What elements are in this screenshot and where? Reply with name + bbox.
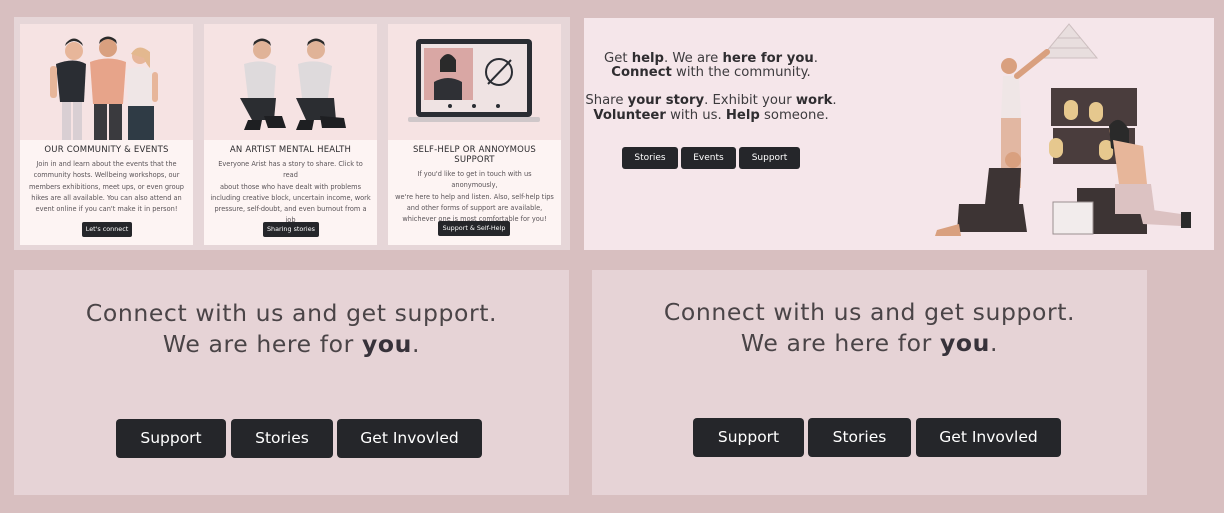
- card-title: OUR COMMUNITY & EVENTS: [44, 145, 169, 155]
- cta-text: We are here for: [162, 330, 362, 358]
- people-group-icon: [50, 36, 158, 140]
- cta-get-involved-button[interactable]: Get Invovled: [916, 418, 1061, 457]
- hero-text: with the community.: [671, 65, 811, 80]
- hero-line-share: Share your story. Exhibit your work.: [584, 93, 838, 108]
- cta-support-button[interactable]: Support: [693, 418, 804, 457]
- cta-text-bold: you: [940, 329, 990, 357]
- card-title-line: SUPPORT: [454, 155, 495, 165]
- puzzle-house-illustration: [935, 23, 1191, 236]
- card-description-line: event online if you can't make it in per…: [35, 205, 178, 214]
- hero-text: with us.: [665, 108, 726, 123]
- cta-heading-line2: We are here for you.: [14, 329, 569, 360]
- hero-text: someone.: [759, 108, 829, 123]
- card-description: Join in and learn about the events that …: [26, 159, 187, 215]
- card-title-line: SELF-HELP OR ANNOYMOUS: [412, 145, 537, 155]
- card-description-line: hikes are all available. You can also at…: [31, 193, 182, 202]
- hero-text-bold: Volunteer: [593, 108, 666, 123]
- cta-get-involved-button[interactable]: Get Invovled: [337, 419, 482, 458]
- cta-heading-line1: Connect with us and get support.: [663, 298, 1076, 326]
- hero-text: Get: [604, 51, 632, 66]
- cta-text-bold: you: [362, 330, 412, 358]
- lets-connect-button[interactable]: Let's connect: [82, 222, 132, 237]
- hero-line-help: Get help. We are here for you.: [584, 51, 838, 66]
- cta-panel-left: Connect with us and get support. We are …: [14, 270, 569, 495]
- hero-text-bold: Connect: [611, 65, 672, 80]
- card-description-line: Join in and learn about the events that …: [36, 160, 177, 168]
- sharing-stories-button[interactable]: Sharing stories: [263, 222, 319, 237]
- hero-banner: Get help. We are here for you. Connect w…: [584, 18, 1214, 250]
- card-self-help: SELF-HELP OR ANNOYMOUS SUPPORT If you'd …: [388, 24, 561, 245]
- card-community-events: OUR COMMUNITY & EVENTS Join in and learn…: [20, 24, 193, 245]
- hero-text-bold: work: [795, 93, 833, 108]
- cta-panel-right: Connect with us and get support. We are …: [592, 270, 1147, 495]
- cta-text: .: [990, 329, 999, 357]
- card-description-line: we're here to help and listen. Also, sel…: [395, 192, 554, 201]
- cta-support-button[interactable]: Support: [116, 419, 226, 458]
- cta-stories-button[interactable]: Stories: [231, 419, 333, 458]
- card-description-line: If you'd like to get in touch with us an…: [417, 170, 532, 190]
- cta-text: .: [412, 330, 421, 358]
- cta-heading-line2: We are here for you.: [592, 328, 1147, 359]
- laptop-video-call-icon: [408, 39, 540, 122]
- hero-text-bold: your story: [627, 93, 705, 108]
- card-description: If you'd like to get in touch with us an…: [394, 169, 555, 225]
- card-description-line: and other forms of support are available…: [406, 203, 543, 212]
- card-description-line: including creative block, uncertain inco…: [210, 193, 371, 202]
- hero-text: .: [832, 93, 837, 108]
- artists-illustration: [204, 24, 377, 140]
- card-title: SELF-HELP OR ANNOYMOUS SUPPORT: [392, 145, 557, 165]
- hero-support-button[interactable]: Support: [739, 147, 800, 169]
- hero-text-bold: here for you: [722, 51, 814, 66]
- support-self-help-button[interactable]: Support & Self-Help: [438, 221, 510, 236]
- artists-sitting-icon: [240, 38, 346, 130]
- hero-text: . We are: [664, 51, 723, 66]
- hero-events-button[interactable]: Events: [681, 147, 736, 169]
- hero-text-bold: help: [631, 51, 664, 66]
- cards-panel: OUR COMMUNITY & EVENTS Join in and learn…: [14, 17, 570, 250]
- hero-text: . Exhibit your: [704, 93, 796, 108]
- hero-text: .: [813, 51, 818, 66]
- card-description-line: members exhibitions, meet ups, or even g…: [28, 182, 184, 191]
- cta-text: We are here for: [740, 329, 940, 357]
- card-description-line: about those who have dealt with problems: [219, 182, 362, 191]
- community-illustration: [20, 24, 193, 140]
- hero-text-bold: Help: [725, 108, 760, 123]
- hero-text: Share: [585, 93, 628, 108]
- laptop-illustration: [388, 24, 561, 140]
- hero-line-volunteer: Volunteer with us. Help someone.: [584, 108, 838, 123]
- card-description-line: community hosts. Wellbeing workshops, ou…: [33, 171, 180, 180]
- cta-stories-button[interactable]: Stories: [808, 418, 911, 457]
- card-description-line: Everyone Arist has a story to share. Cli…: [218, 160, 363, 180]
- cta-heading-line1: Connect with us and get support.: [85, 299, 498, 327]
- card-title: AN ARTIST MENTAL HEALTH: [229, 145, 352, 155]
- hero-line-connect: Connect with the community.: [584, 65, 838, 80]
- card-artist-mental-health: AN ARTIST MENTAL HEALTH Everyone Arist h…: [204, 24, 377, 245]
- hero-stories-button[interactable]: Stories: [622, 147, 678, 169]
